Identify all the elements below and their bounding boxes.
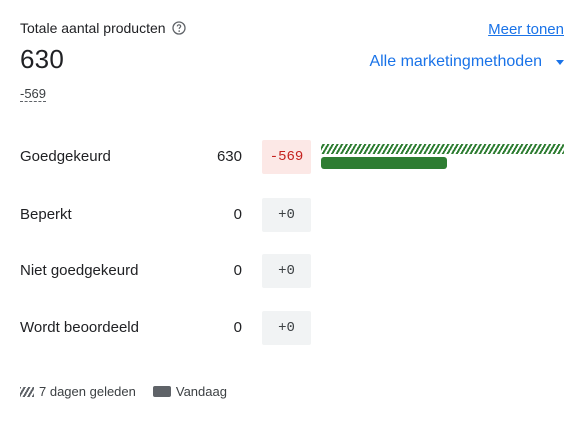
change-badge: +0 (262, 254, 311, 288)
marketing-methods-dropdown[interactable]: Alle marketingmethoden (369, 53, 564, 71)
hatch-swatch-icon (20, 386, 34, 397)
show-more-link[interactable]: Meer tonen (488, 21, 564, 38)
card-title: Totale aantal producten (20, 20, 186, 36)
total-delta: -569 (20, 86, 47, 102)
marketing-methods-label: Alle marketingmethoden (369, 53, 542, 70)
change-badge: -569 (262, 140, 311, 174)
row-label: Niet goedgekeurd (20, 262, 139, 279)
bar-today (321, 157, 447, 169)
help-icon[interactable] (171, 21, 186, 35)
page-title: Totale aantal producten (20, 20, 166, 36)
row-label: Beperkt (20, 206, 72, 223)
total-products-value: 630 (20, 44, 64, 74)
row-count: 0 (233, 206, 242, 223)
row-count: 0 (233, 319, 242, 336)
row-count: 0 (233, 262, 242, 279)
chart-legend: 7 dagen geleden Vandaag (20, 384, 244, 399)
change-badge: +0 (262, 198, 311, 232)
solid-swatch-icon (152, 386, 171, 397)
legend-label: 7 dagen geleden (39, 384, 136, 399)
status-row-limited: Beperkt 0 +0 (0, 198, 584, 232)
bar-7-days-ago (321, 144, 564, 154)
caret-down-icon (556, 59, 564, 65)
legend-item-today: Vandaag (152, 384, 227, 399)
row-label: Wordt beoordeeld (20, 319, 139, 336)
row-label: Goedgekeurd (20, 148, 111, 165)
status-row-under-review: Wordt beoordeeld 0 +0 (0, 311, 584, 345)
row-count: 630 (216, 148, 242, 165)
legend-label: Vandaag (175, 384, 227, 399)
status-row-disapproved: Niet goedgekeurd 0 +0 (0, 254, 584, 288)
change-badge: +0 (262, 311, 311, 345)
legend-item-past: 7 dagen geleden (20, 384, 136, 399)
